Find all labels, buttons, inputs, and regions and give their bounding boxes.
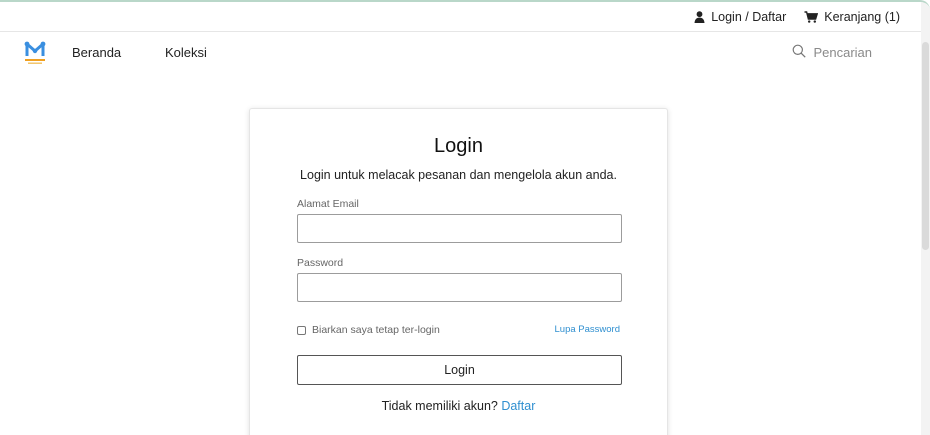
- nav-item-beranda[interactable]: Beranda: [72, 45, 121, 60]
- email-label: Alamat Email: [297, 198, 359, 210]
- login-title: Login: [434, 135, 483, 157]
- register-link[interactable]: Daftar: [501, 399, 535, 413]
- remember-me-label: Biarkan saya tetap ter-login: [312, 324, 440, 336]
- forgot-password-link[interactable]: Lupa Password: [555, 324, 620, 335]
- cart-link[interactable]: Keranjang (1): [804, 10, 900, 24]
- search-label: Pencarian: [813, 45, 872, 60]
- register-prompt: Tidak memiliki akun? Daftar: [250, 399, 667, 413]
- remember-me-checkbox[interactable]: [297, 325, 306, 335]
- password-label: Password: [297, 257, 344, 269]
- login-card: Login Login untuk melacak pesanan dan me…: [249, 108, 668, 435]
- cart-icon: [804, 10, 819, 23]
- login-subtitle: Login untuk melacak pesanan dan mengelol…: [300, 168, 617, 182]
- nav-item-koleksi[interactable]: Koleksi: [165, 45, 207, 60]
- top-utility-bar: Login / Daftar Keranjang (1): [0, 2, 922, 32]
- page-scrollbar[interactable]: [921, 2, 930, 435]
- login-button[interactable]: Login: [297, 355, 622, 385]
- login-register-link[interactable]: Login / Daftar: [694, 10, 786, 24]
- remember-me-toggle[interactable]: Biarkan saya tetap ter-login: [297, 324, 440, 336]
- search-button[interactable]: Pencarian: [792, 44, 872, 61]
- search-icon: [792, 44, 807, 61]
- login-register-label: Login / Daftar: [711, 9, 787, 24]
- password-field[interactable]: [297, 273, 622, 302]
- main-navigation: Beranda Koleksi Pencarian: [0, 32, 922, 74]
- brand-logo-icon[interactable]: [24, 41, 46, 65]
- browser-page: Login / Daftar Keranjang (1) Beranda Kol…: [0, 0, 930, 435]
- no-account-text: Tidak memiliki akun?: [381, 399, 502, 413]
- scrollbar-thumb[interactable]: [922, 42, 929, 250]
- user-icon: [694, 10, 705, 23]
- cart-label: Keranjang (1): [824, 9, 900, 24]
- email-field[interactable]: [297, 214, 622, 243]
